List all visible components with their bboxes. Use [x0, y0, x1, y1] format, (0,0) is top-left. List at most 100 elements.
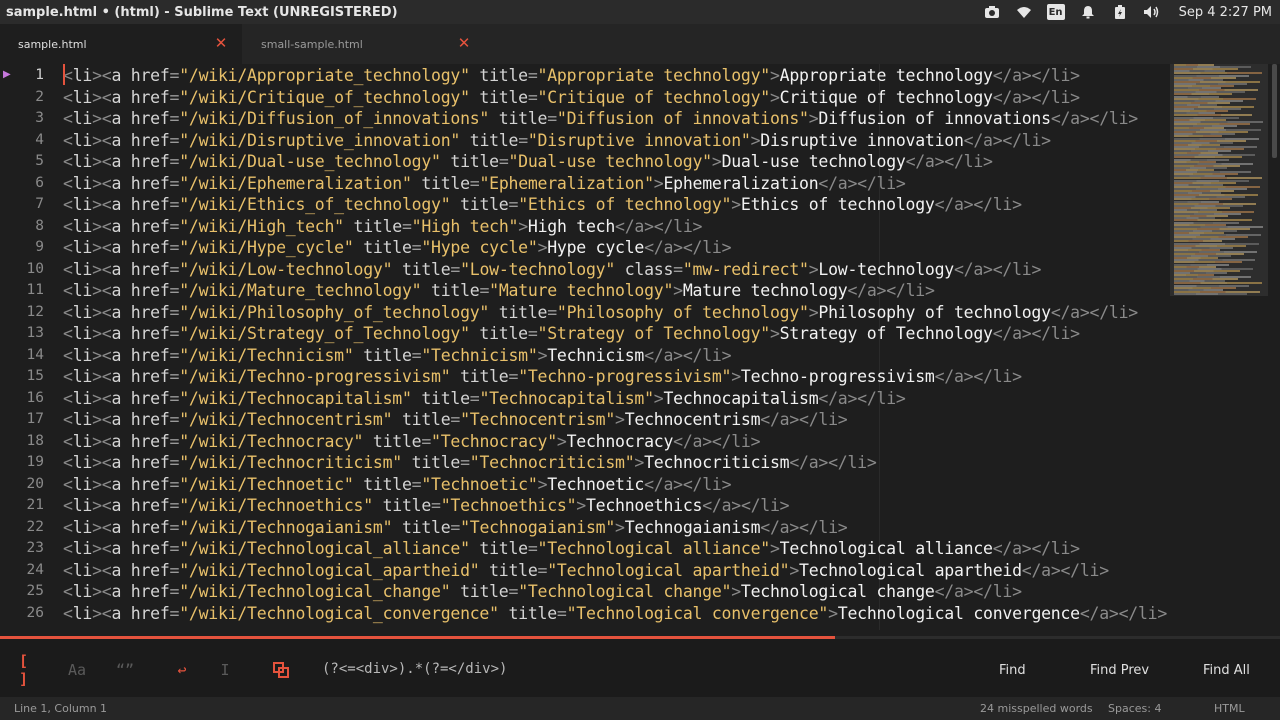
- code-line[interactable]: <li><a href="/wiki/Technocentrism" title…: [63, 409, 848, 431]
- indentation-setting[interactable]: Spaces: 4: [1108, 702, 1161, 715]
- line-number[interactable]: 19: [0, 452, 44, 474]
- link-text: Technological change: [740, 582, 935, 601]
- tag-bracket: <: [63, 109, 73, 128]
- code-line[interactable]: <li><a href="/wiki/Technoetic" title="Te…: [63, 474, 732, 496]
- find-button[interactable]: Find: [999, 663, 1026, 678]
- line-number[interactable]: 9: [0, 237, 44, 259]
- line-number[interactable]: 15: [0, 366, 44, 388]
- line-number[interactable]: 6: [0, 173, 44, 195]
- tag-bracket: ><: [92, 474, 112, 494]
- equals-sign: =: [547, 302, 557, 322]
- attribute-value: "mw-redirect": [682, 259, 809, 279]
- code-line[interactable]: <li><a href="/wiki/Technological_aparthe…: [63, 560, 1109, 582]
- battery-icon[interactable]: [1111, 4, 1129, 20]
- vertical-scrollbar[interactable]: [1272, 64, 1277, 158]
- syntax-selector[interactable]: HTML: [1214, 702, 1245, 715]
- regex-icon[interactable]: [ ]: [19, 652, 41, 688]
- line-number-gutter[interactable]: ▶ 1 2 3 4 5 6 7 8 9 10 11 12 13 14 15 16 17 18 19 20 21 22 23 2…: [0, 64, 56, 630]
- highlight-matches-icon[interactable]: [270, 659, 292, 681]
- code-line[interactable]: <li><a href="/wiki/Technological_allianc…: [63, 538, 1080, 560]
- line-number[interactable]: 8: [0, 216, 44, 238]
- attribute-name: href: [121, 539, 170, 558]
- code-line[interactable]: <li><a href="/wiki/Technogaianism" title…: [63, 517, 848, 539]
- code-line[interactable]: <li><a href="/wiki/Mature_technology" ti…: [63, 280, 935, 302]
- code-line[interactable]: <li><a href="/wiki/Diffusion_of_innovati…: [63, 108, 1138, 130]
- tab-sample-html[interactable]: sample.html ✕: [0, 24, 242, 64]
- close-icon[interactable]: ✕: [457, 36, 471, 51]
- code-line[interactable]: <li><a href="/wiki/Disruptive_innovation…: [63, 130, 1051, 152]
- whole-word-icon[interactable]: “”: [114, 659, 136, 681]
- line-number[interactable]: 24: [0, 560, 44, 582]
- line-number[interactable]: 11: [0, 280, 44, 302]
- attribute-value: "Disruptive innovation": [527, 130, 751, 150]
- minimap[interactable]: [1170, 64, 1268, 296]
- camera-icon[interactable]: [983, 4, 1001, 20]
- line-number[interactable]: 20: [0, 474, 44, 496]
- code-line[interactable]: <li><a href="/wiki/High_tech" title="Hig…: [63, 216, 702, 238]
- wifi-icon[interactable]: [1015, 4, 1033, 20]
- code-line[interactable]: <li><a href="/wiki/Hype_cycle" title="Hy…: [63, 237, 732, 259]
- line-number[interactable]: 16: [0, 388, 44, 410]
- cursor-position[interactable]: Line 1, Column 1: [14, 702, 107, 715]
- line-number[interactable]: 26: [0, 603, 44, 625]
- attribute-value: "Appropriate technology": [537, 66, 771, 85]
- equals-sign: =: [169, 109, 180, 128]
- code-line[interactable]: <li><a href="/wiki/Techno-progressivism"…: [63, 366, 1022, 388]
- find-prev-button[interactable]: Find Prev: [1090, 663, 1149, 678]
- line-number[interactable]: 21: [0, 495, 44, 517]
- tag-bracket: <: [63, 130, 73, 150]
- code-line[interactable]: <li><a href="/wiki/Appropriate_technolog…: [63, 65, 1080, 87]
- line-number[interactable]: 10: [0, 259, 44, 281]
- line-number[interactable]: 17: [0, 409, 44, 431]
- tag-bracket: <: [63, 238, 73, 257]
- code-line[interactable]: <li><a href="/wiki/Technological_change"…: [63, 581, 1022, 603]
- attribute-name: href: [121, 603, 170, 623]
- wrap-icon[interactable]: ↩: [171, 659, 193, 681]
- volume-icon[interactable]: [1143, 4, 1161, 20]
- code-line[interactable]: <li><a href="/wiki/Technoethics" title="…: [63, 495, 790, 517]
- line-number[interactable]: 4: [0, 130, 44, 152]
- tag-name: a: [111, 130, 122, 150]
- code-area[interactable]: <li><a href="/wiki/Appropriate_technolog…: [63, 64, 1168, 630]
- code-line[interactable]: <li><a href="/wiki/Low-technology" title…: [63, 259, 1041, 281]
- line-number[interactable]: 18: [0, 431, 44, 453]
- code-line[interactable]: <li><a href="/wiki/Dual-use_technology" …: [63, 151, 993, 173]
- code-line[interactable]: <li><a href="/wiki/Ephemeralization" tit…: [63, 173, 906, 195]
- code-line[interactable]: <li><a href="/wiki/Technocriticism" titl…: [63, 452, 877, 474]
- line-number[interactable]: 3: [0, 108, 44, 130]
- case-sensitive-icon[interactable]: Aa: [66, 659, 88, 681]
- bell-icon[interactable]: [1079, 4, 1097, 20]
- link-text: Technogaianism: [624, 517, 761, 537]
- line-number[interactable]: 1: [0, 65, 44, 87]
- line-number[interactable]: 7: [0, 194, 44, 216]
- line-number[interactable]: 25: [0, 581, 44, 603]
- line-number[interactable]: 13: [0, 323, 44, 345]
- code-line[interactable]: <li><a href="/wiki/Ethics_of_technology"…: [63, 194, 1022, 216]
- line-number[interactable]: 22: [0, 517, 44, 539]
- find-input[interactable]: (?<=<div>).*(?=</div>): [322, 661, 507, 677]
- code-line[interactable]: <li><a href="/wiki/Technocracy" title="T…: [63, 431, 761, 453]
- in-selection-icon[interactable]: I: [214, 659, 236, 681]
- equals-sign: =: [537, 560, 548, 580]
- code-line[interactable]: <li><a href="/wiki/Strategy_of_Technolog…: [63, 323, 1080, 345]
- code-editor[interactable]: ▶ 1 2 3 4 5 6 7 8 9 10 11 12 13 14 15 16 17 18 19 20 21 22 23 2…: [0, 64, 1280, 630]
- line-number[interactable]: 23: [0, 538, 44, 560]
- line-number[interactable]: 12: [0, 302, 44, 324]
- code-line[interactable]: <li><a href="/wiki/Critique_of_technolog…: [63, 87, 1080, 109]
- spelling-status[interactable]: 24 misspelled words: [980, 702, 1093, 715]
- equals-sign: =: [527, 66, 538, 85]
- attribute-name: title: [392, 517, 451, 537]
- line-number[interactable]: 5: [0, 151, 44, 173]
- find-all-button[interactable]: Find All: [1203, 663, 1250, 678]
- code-line[interactable]: <li><a href="/wiki/Philosophy_of_technol…: [63, 302, 1138, 324]
- keyboard-layout-indicator[interactable]: En: [1046, 4, 1065, 20]
- clock[interactable]: Sep 4 2:27 PM: [1179, 5, 1272, 20]
- tab-small-sample-html[interactable]: small-sample.html ✕: [243, 24, 485, 64]
- tag-name: li: [72, 324, 93, 343]
- close-icon[interactable]: ✕: [214, 36, 228, 51]
- code-line[interactable]: <li><a href="/wiki/Technicism" title="Te…: [63, 345, 732, 367]
- line-number[interactable]: 14: [0, 345, 44, 367]
- line-number[interactable]: 2: [0, 87, 44, 109]
- code-line[interactable]: <li><a href="/wiki/Technocapitalism" tit…: [63, 388, 906, 410]
- code-line[interactable]: <li><a href="/wiki/Technological_converg…: [63, 603, 1167, 625]
